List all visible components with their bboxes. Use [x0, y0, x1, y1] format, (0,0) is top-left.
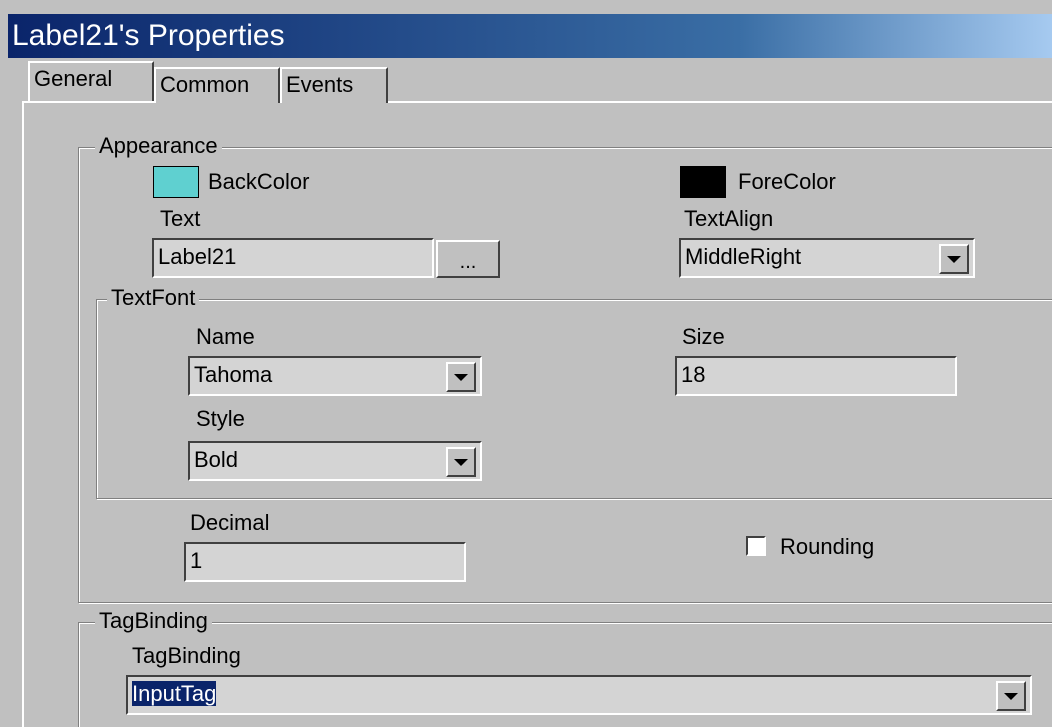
font-size-label: Size — [682, 324, 725, 349]
text-label: Text — [160, 206, 201, 231]
title-bar[interactable]: Label21's Properties — [8, 14, 1052, 58]
properties-window: Label21's Properties General Common Even… — [0, 0, 1052, 727]
font-style-dropdown-button[interactable] — [446, 447, 476, 477]
chevron-down-icon — [947, 255, 961, 263]
appearance-group-title: Appearance — [95, 133, 222, 159]
font-name-label: Name — [196, 324, 255, 349]
decimal-label: Decimal — [190, 510, 270, 535]
tagbinding-label: TagBinding — [132, 643, 241, 668]
font-style-value: Bold — [194, 447, 239, 472]
decimal-value: 1 — [190, 548, 203, 573]
font-name-dropdown-button[interactable] — [446, 362, 476, 392]
chevron-down-icon — [454, 458, 468, 466]
tab-events[interactable]: Events — [280, 67, 388, 103]
rounding-label[interactable]: Rounding — [780, 534, 874, 560]
backcolor-label: BackColor — [208, 169, 310, 194]
rounding-checkbox[interactable] — [746, 536, 766, 556]
chevron-down-icon — [1004, 692, 1018, 700]
tagbinding-value: InputTag — [132, 681, 217, 706]
font-style-dropdown[interactable]: Bold — [188, 441, 482, 481]
chevron-down-icon — [454, 373, 468, 381]
textalign-dropdown-button[interactable] — [939, 244, 969, 274]
font-size-value: 18 — [681, 362, 706, 387]
window-title: Label21's Properties — [12, 19, 285, 52]
tagbinding-group-title: TagBinding — [95, 608, 212, 634]
textalign-value: MiddleRight — [685, 244, 802, 269]
textfont-group-title: TextFont — [107, 285, 200, 311]
text-input[interactable]: Label21 — [152, 238, 434, 278]
decimal-input[interactable]: 1 — [184, 542, 466, 582]
tab-general[interactable]: General — [28, 61, 154, 101]
textalign-dropdown[interactable]: MiddleRight — [679, 238, 975, 278]
forecolor-swatch[interactable] — [680, 166, 726, 198]
font-name-dropdown[interactable]: Tahoma — [188, 356, 482, 396]
tab-label: Events — [286, 72, 354, 97]
font-style-label: Style — [196, 406, 245, 431]
tab-label: Common — [160, 72, 250, 97]
backcolor-swatch[interactable] — [153, 166, 199, 198]
font-size-input[interactable]: 18 — [675, 356, 957, 396]
forecolor-label: ForeColor — [738, 169, 836, 194]
text-input-value: Label21 — [158, 244, 237, 269]
tab-common[interactable]: Common — [154, 67, 280, 103]
tab-label: General — [34, 66, 113, 91]
font-name-value: Tahoma — [194, 362, 273, 387]
text-browse-button[interactable]: ... — [436, 240, 500, 278]
tagbinding-dropdown[interactable]: InputTag — [126, 675, 1032, 715]
textalign-label: TextAlign — [684, 206, 774, 231]
tagbinding-dropdown-button[interactable] — [996, 681, 1026, 711]
browse-button-label: ... — [459, 251, 477, 273]
